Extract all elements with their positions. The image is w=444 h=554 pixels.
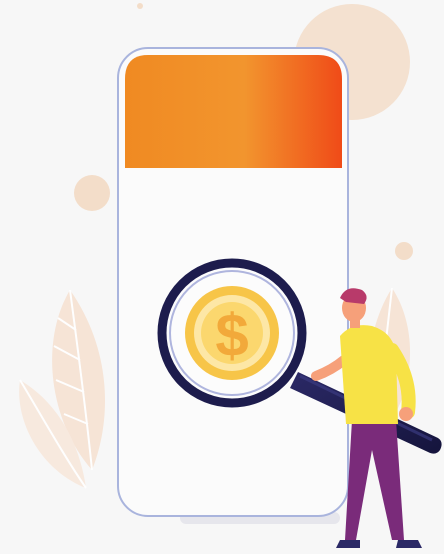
illustration-stage: $ — [0, 0, 444, 554]
leaf-left-decoration — [19, 289, 105, 489]
coin-symbol: $ — [215, 302, 248, 369]
dollar-search-illustration-icon: $ — [19, 3, 442, 548]
decor-dot-right — [395, 242, 413, 260]
decor-tiny-dot — [137, 3, 143, 9]
phone-header — [125, 55, 342, 168]
decor-small-circle-left — [74, 175, 110, 211]
